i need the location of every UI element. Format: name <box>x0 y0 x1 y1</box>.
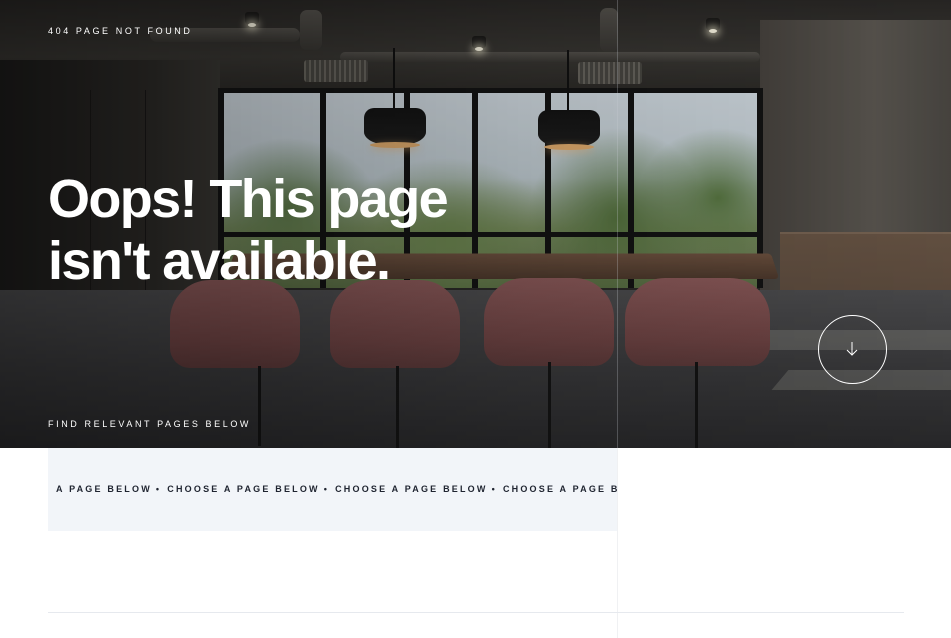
hero-background-image: 404 PAGE NOT FOUND Oops! This page isn't… <box>0 0 951 448</box>
section-divider <box>48 612 904 613</box>
error-code-label: 404 PAGE NOT FOUND <box>48 26 193 36</box>
marquee-separator: • <box>323 484 330 494</box>
marquee-item: CHOOSE A PAGE BEL <box>502 484 617 494</box>
marquee-item: A PAGE BELOW <box>56 484 152 494</box>
arrow-down-icon <box>846 342 858 356</box>
marquee-item: CHOOSE A PAGE BELOW <box>335 484 488 494</box>
page-marquee: A PAGE BELOW • CHOOSE A PAGE BELOW • CHOOSE … <box>48 448 617 531</box>
page-title: Oops! This page isn't available. <box>48 169 449 291</box>
marquee-track: A PAGE BELOW • CHOOSE A PAGE BELOW • CHOOSE … <box>56 484 617 494</box>
layout-divider <box>617 0 618 638</box>
find-pages-label: FIND RELEVANT PAGES BELOW <box>48 419 252 429</box>
marquee-separator: • <box>155 484 162 494</box>
marquee-item: CHOOSE A PAGE BELOW <box>167 484 320 494</box>
error-page: 404 PAGE NOT FOUND Oops! This page isn't… <box>0 0 951 638</box>
marquee-separator: • <box>491 484 497 494</box>
scroll-down-button[interactable] <box>818 315 887 384</box>
